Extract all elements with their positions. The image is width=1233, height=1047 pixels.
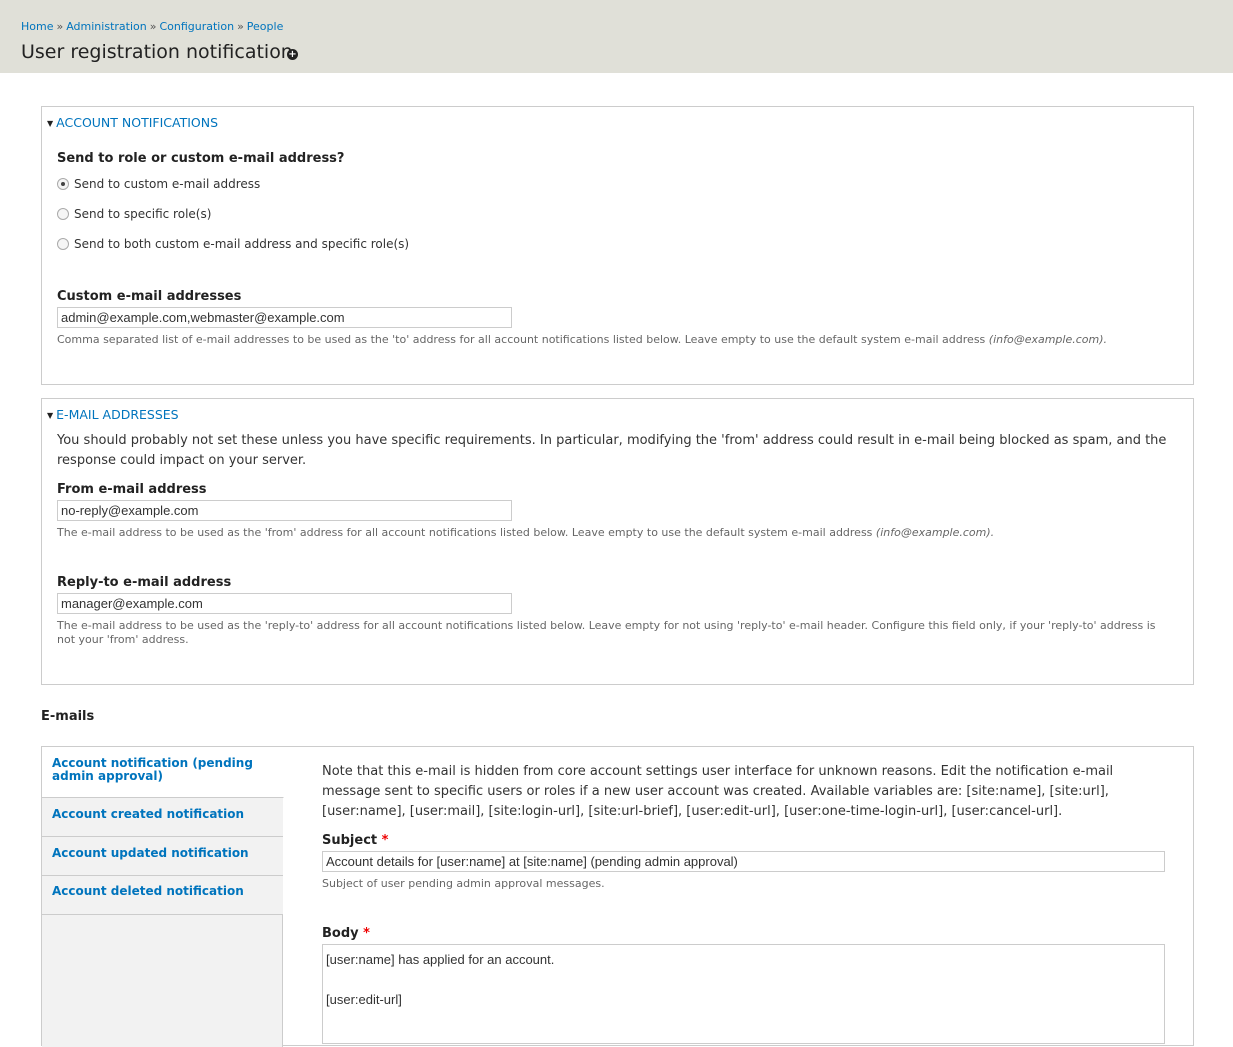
radio-label: Send to custom e-mail address — [74, 177, 261, 191]
account-notifications-legend[interactable]: ▼ ACCOUNT NOTIFICATIONS — [47, 115, 218, 130]
tab-account-updated[interactable]: Account updated notification — [42, 837, 283, 876]
tab-label: Account notification (pending admin appr… — [52, 756, 253, 783]
reply-to-email-description: The e-mail address to be used as the 're… — [57, 619, 1156, 646]
tab-label: Account updated notification — [52, 846, 249, 860]
email-vertical-tabs: Account notification (pending admin appr… — [41, 746, 1194, 1047]
breadcrumb-home-link[interactable]: Home — [21, 20, 53, 33]
body-label: Body * — [322, 926, 370, 941]
breadcrumb: Home» Administration» Configuration» People — [21, 20, 283, 33]
reply-to-email-label: Reply-to e-mail address — [57, 575, 232, 590]
custom-emails-input[interactable]: admin@example.com,webmaster@example.com — [57, 307, 512, 328]
breadcrumb-separator: » — [149, 20, 157, 33]
breadcrumb-administration-link[interactable]: Administration — [66, 20, 147, 33]
radio-label: Send to both custom e-mail address and s… — [74, 237, 410, 251]
tab-label: Account created notification — [52, 807, 245, 821]
account-notifications-fieldset: ▼ ACCOUNT NOTIFICATIONS Send to role or c… — [41, 106, 1194, 385]
radio-send-custom[interactable]: Send to custom e-mail address — [57, 177, 260, 191]
collapse-triangle-icon: ▼ — [47, 411, 54, 420]
radio-button-checked[interactable] — [57, 178, 69, 190]
required-marker: * — [363, 926, 370, 941]
subject-input[interactable]: Account details for [user:name] at [site… — [322, 851, 1165, 872]
breadcrumb-separator: » — [56, 20, 64, 33]
from-email-input[interactable]: no-reply@example.com — [57, 500, 512, 521]
email-addresses-title: E-MAIL ADDRESSES — [56, 407, 179, 422]
tab-label: Account deleted notification — [52, 884, 244, 898]
email-addresses-intro: You should probably not set these unless… — [57, 433, 1167, 468]
body-textarea[interactable]: [user:name] has applied for an account. … — [322, 944, 1165, 1044]
radio-button[interactable] — [57, 208, 69, 220]
tab-account-deleted[interactable]: Account deleted notification — [42, 876, 283, 915]
subject-description: Subject of user pending admin approval m… — [322, 877, 605, 890]
collapse-triangle-icon: ▼ — [47, 119, 54, 128]
add-shortcut-icon[interactable]: + — [287, 49, 298, 60]
radio-label: Send to specific role(s) — [74, 207, 212, 221]
subject-label: Subject * — [322, 833, 389, 848]
page-header: Home» Administration» Configuration» People… — [0, 0, 1233, 73]
account-notifications-title: ACCOUNT NOTIFICATIONS — [56, 115, 219, 130]
from-email-description: The e-mail address to be used as the 'fr… — [57, 526, 995, 539]
email-pane-note: Note that this e-mail is hidden from cor… — [322, 764, 1114, 819]
breadcrumb-configuration-link[interactable]: Configuration — [159, 20, 234, 33]
from-email-label: From e-mail address — [57, 482, 207, 497]
radio-send-roles[interactable]: Send to specific role(s) — [57, 207, 211, 221]
radio-send-both[interactable]: Send to both custom e-mail address and s… — [57, 237, 409, 251]
reply-to-email-input[interactable]: manager@example.com — [57, 593, 512, 614]
email-addresses-fieldset: ▼ E-MAIL ADDRESSES You should probably no… — [41, 398, 1194, 685]
custom-emails-description: Comma separated list of e-mail addresses… — [57, 333, 1108, 346]
tab-account-notification-pending[interactable]: Account notification (pending admin appr… — [42, 747, 284, 798]
page-title: User registration notification — [21, 41, 293, 63]
tab-account-created[interactable]: Account created notification — [42, 798, 283, 837]
breadcrumb-people-link[interactable]: People — [247, 20, 284, 33]
radio-button[interactable] — [57, 238, 69, 250]
custom-emails-label: Custom e-mail addresses — [57, 289, 242, 304]
email-addresses-legend[interactable]: ▼ E-MAIL ADDRESSES — [47, 407, 179, 422]
breadcrumb-separator: » — [237, 20, 244, 33]
required-marker: * — [381, 833, 389, 848]
send-to-question-label: Send to role or custom e-mail address? — [57, 151, 345, 166]
emails-heading: E-mails — [41, 709, 95, 724]
